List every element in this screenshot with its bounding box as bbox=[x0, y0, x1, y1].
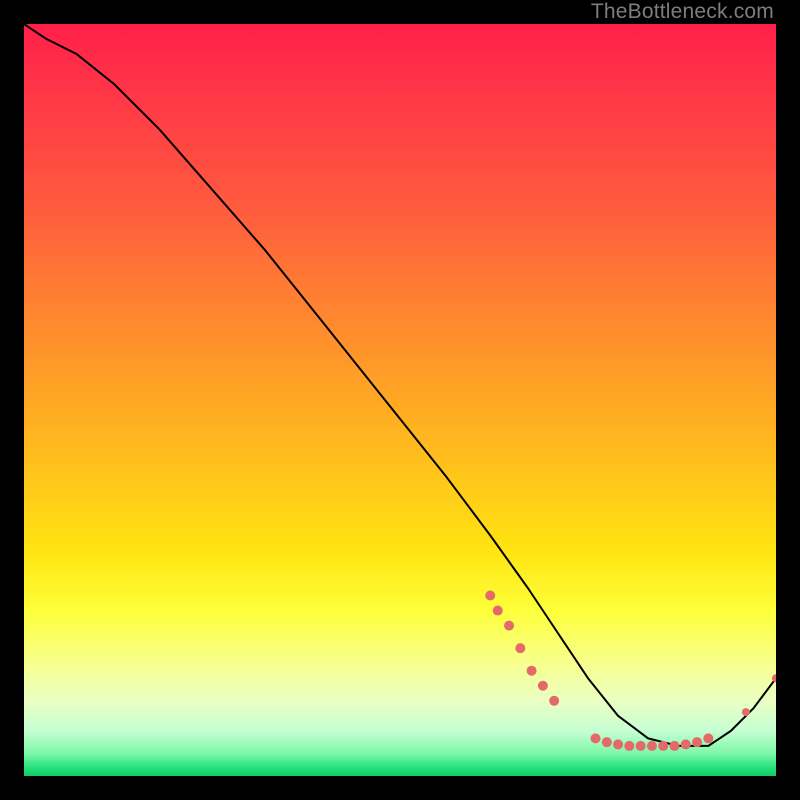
data-point bbox=[692, 737, 702, 747]
chart-stage: TheBottleneck.com bbox=[0, 0, 800, 800]
data-point bbox=[613, 739, 623, 749]
curve-markers bbox=[485, 591, 776, 751]
data-point bbox=[493, 606, 503, 616]
data-point bbox=[658, 741, 668, 751]
data-point bbox=[504, 621, 514, 631]
chart-svg bbox=[24, 24, 776, 776]
bottleneck-curve bbox=[24, 24, 776, 746]
plot-area bbox=[24, 24, 776, 776]
data-point bbox=[669, 741, 679, 751]
data-point bbox=[624, 741, 634, 751]
data-point bbox=[602, 737, 612, 747]
data-point bbox=[591, 733, 601, 743]
data-point bbox=[703, 733, 713, 743]
data-point bbox=[515, 643, 525, 653]
data-point bbox=[742, 708, 750, 716]
data-point bbox=[485, 591, 495, 601]
data-point bbox=[647, 741, 657, 751]
watermark-text: TheBottleneck.com bbox=[591, 0, 774, 24]
data-point bbox=[538, 681, 548, 691]
data-point bbox=[527, 666, 537, 676]
data-point bbox=[636, 741, 646, 751]
data-point bbox=[681, 739, 691, 749]
data-point bbox=[549, 696, 559, 706]
data-point bbox=[772, 674, 776, 682]
